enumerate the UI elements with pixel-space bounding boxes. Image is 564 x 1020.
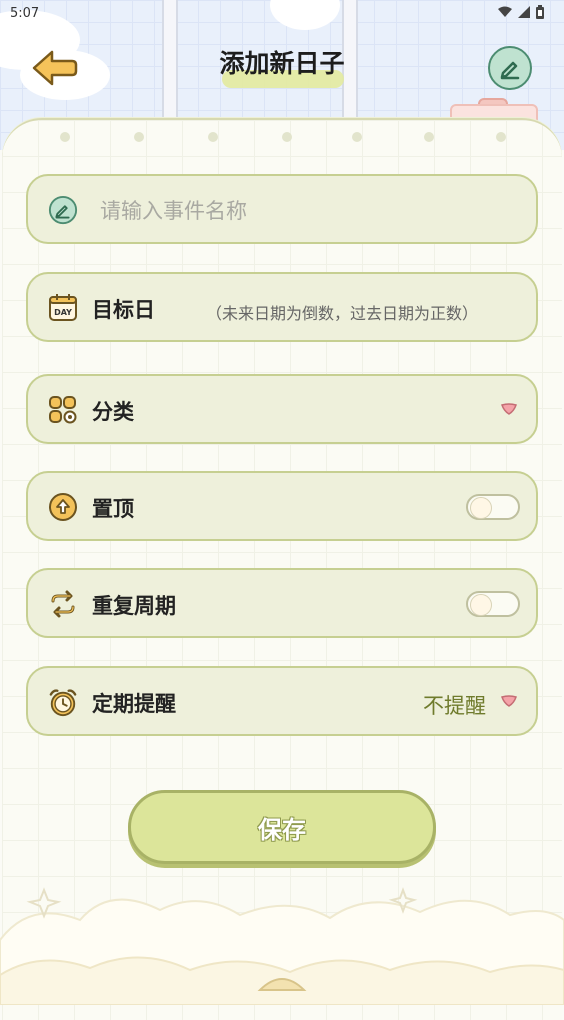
dot-decoration	[134, 132, 144, 142]
status-bar: 5:07	[0, 0, 564, 28]
calendar-day-icon: DAY	[48, 293, 78, 323]
target-date-label: 目标日	[92, 298, 155, 322]
repeat-icon	[48, 589, 78, 619]
alarm-clock-icon	[48, 687, 78, 717]
pin-top-label: 置顶	[92, 497, 134, 521]
category-row[interactable]: 分类	[26, 374, 538, 444]
dot-decoration	[282, 132, 292, 142]
svg-text:DAY: DAY	[54, 308, 72, 317]
status-icons	[498, 5, 544, 19]
status-time: 5:07	[10, 6, 40, 21]
pin-top-icon	[48, 492, 78, 522]
dot-decoration	[496, 132, 506, 142]
signal-icon	[518, 6, 530, 18]
save-button-label: 保存	[258, 815, 306, 844]
dot-decoration	[352, 132, 362, 142]
sheet-dots	[0, 132, 564, 144]
reminder-row[interactable]: 定期提醒 不提醒	[26, 666, 538, 736]
dot-decoration	[424, 132, 434, 142]
chevron-down-icon	[501, 403, 517, 415]
dot-decoration	[60, 132, 70, 142]
event-name-row[interactable]	[26, 174, 538, 244]
bottom-cloud-decoration	[0, 880, 564, 1005]
dot-decoration	[208, 132, 218, 142]
event-name-input[interactable]	[98, 194, 502, 228]
pencil-icon	[48, 195, 78, 225]
repeat-row: 重复周期	[26, 568, 538, 638]
save-button[interactable]: 保存	[128, 790, 436, 864]
pin-top-row: 置顶	[26, 471, 538, 541]
toggle-knob	[470, 594, 492, 616]
toggle-knob	[470, 497, 492, 519]
repeat-toggle[interactable]	[466, 591, 520, 617]
pencil-icon	[500, 61, 520, 80]
edit-button[interactable]	[488, 46, 532, 90]
target-date-row[interactable]: DAY 目标日 （未来日期为倒数，过去日期为正数）	[26, 272, 538, 342]
page-title: 添加新日子	[219, 49, 345, 78]
reminder-value[interactable]: 不提醒	[423, 690, 486, 720]
category-label: 分类	[92, 400, 134, 424]
wifi-icon	[498, 6, 512, 17]
cloud-decoration	[0, 887, 564, 1005]
category-grid-icon	[48, 395, 78, 425]
target-date-hint: （未来日期为倒数，过去日期为正数）	[206, 304, 479, 323]
chevron-down-icon	[501, 695, 517, 707]
pin-top-toggle[interactable]	[466, 494, 520, 520]
reminder-label: 定期提醒	[92, 692, 176, 716]
battery-icon	[536, 5, 544, 19]
repeat-label: 重复周期	[92, 594, 176, 618]
